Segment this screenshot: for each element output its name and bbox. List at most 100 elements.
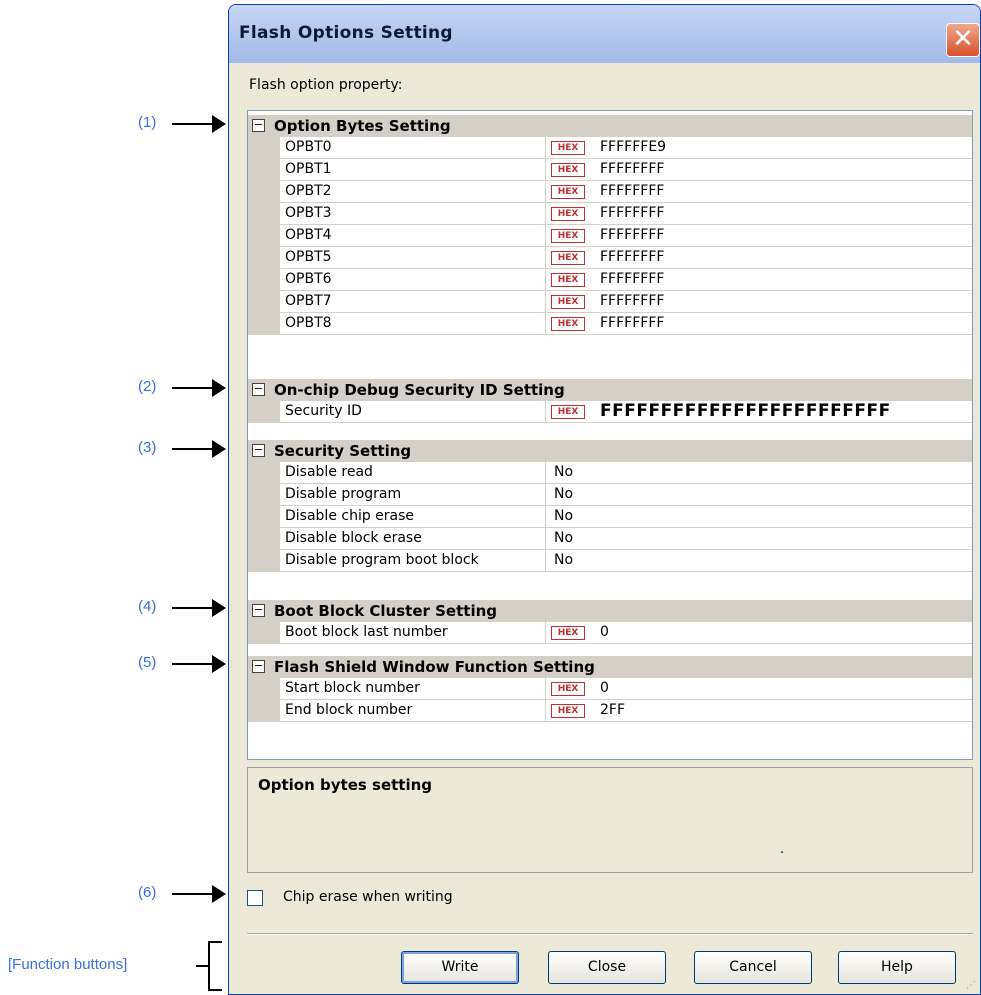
- property-value[interactable]: No: [554, 528, 573, 549]
- category-label: Option Bytes Setting: [274, 117, 451, 135]
- hex-badge-icon: HEX: [551, 704, 585, 718]
- hex-badge-icon: HEX: [551, 229, 585, 243]
- property-value[interactable]: FFFFFFFF: [600, 313, 664, 334]
- property-row[interactable]: Start block number HEX 0: [248, 678, 972, 700]
- hex-badge-icon: HEX: [551, 317, 585, 331]
- resize-grip-icon[interactable]: ⋰: [966, 980, 978, 992]
- property-row[interactable]: OPBT7 HEX FFFFFFFF: [248, 291, 972, 313]
- collapse-icon[interactable]: −: [252, 383, 265, 396]
- category-label: Boot Block Cluster Setting: [274, 602, 498, 620]
- property-row[interactable]: OPBT8 HEX FFFFFFFF: [248, 313, 972, 335]
- property-value[interactable]: FFFFFFFF: [600, 181, 664, 202]
- hex-badge-icon: HEX: [551, 141, 585, 155]
- hex-badge-icon: HEX: [551, 295, 585, 309]
- property-row[interactable]: OPBT2 HEX FFFFFFFF: [248, 181, 972, 203]
- property-grid[interactable]: − Option Bytes Setting OPBT0 HEX FFFFFFE9…: [247, 110, 973, 760]
- property-value[interactable]: No: [554, 550, 573, 571]
- annotation-label-6: (6): [138, 884, 157, 901]
- property-row[interactable]: Boot block last number HEX 0: [248, 622, 972, 644]
- property-value[interactable]: FFFFFFFF: [600, 247, 664, 268]
- category-label: On-chip Debug Security ID Setting: [274, 381, 565, 399]
- property-row[interactable]: OPBT3 HEX FFFFFFFF: [248, 203, 972, 225]
- collapse-icon[interactable]: −: [252, 444, 265, 457]
- category-option-bytes[interactable]: − Option Bytes Setting: [248, 115, 972, 137]
- property-value[interactable]: 0: [600, 678, 609, 699]
- collapse-icon[interactable]: −: [252, 604, 265, 617]
- property-name: OPBT0: [280, 137, 546, 159]
- hex-badge-icon: HEX: [551, 273, 585, 287]
- property-value[interactable]: FFFFFFFF: [600, 203, 664, 224]
- hex-badge-icon: HEX: [551, 207, 585, 221]
- property-row[interactable]: OPBT0 HEX FFFFFFE9: [248, 137, 972, 159]
- property-value[interactable]: No: [554, 506, 573, 527]
- property-row[interactable]: Disable chip erase No: [248, 506, 972, 528]
- property-row[interactable]: Security ID HEX FFFFFFFFFFFFFFFFFFFFFFFF: [248, 401, 972, 423]
- property-name: End block number: [280, 700, 546, 722]
- property-value[interactable]: FFFFFFFFFFFFFFFFFFFFFFFF: [600, 401, 891, 422]
- property-name: OPBT6: [280, 269, 546, 291]
- property-row[interactable]: Disable read No: [248, 462, 972, 484]
- property-name: Disable read: [280, 462, 546, 484]
- property-name: OPBT1: [280, 159, 546, 181]
- annotation-function-buttons: [Function buttons]: [8, 956, 128, 973]
- description-title: Option bytes setting: [258, 776, 433, 794]
- collapse-icon[interactable]: −: [252, 660, 265, 673]
- property-name: Disable chip erase: [280, 506, 546, 528]
- annotation-arrow-4: [172, 598, 226, 618]
- annotation-arrow-5: [172, 654, 226, 674]
- property-row[interactable]: End block number HEX 2FF: [248, 700, 972, 722]
- annotation-arrow-3: [172, 439, 226, 459]
- hex-badge-icon: HEX: [551, 682, 585, 696]
- help-button[interactable]: Help: [838, 951, 956, 984]
- property-value[interactable]: FFFFFFFF: [600, 159, 664, 180]
- category-security[interactable]: − Security Setting: [248, 440, 972, 462]
- property-name: OPBT2: [280, 181, 546, 203]
- chip-erase-checkbox[interactable]: [247, 890, 263, 906]
- property-value[interactable]: FFFFFFE9: [600, 137, 666, 158]
- property-name: Security ID: [280, 401, 546, 423]
- property-name: Disable program: [280, 484, 546, 506]
- property-name: OPBT8: [280, 313, 546, 335]
- close-icon[interactable]: ✕: [946, 23, 980, 57]
- property-value[interactable]: 0: [600, 622, 609, 643]
- property-row[interactable]: OPBT5 HEX FFFFFFFF: [248, 247, 972, 269]
- property-value[interactable]: 2FF: [600, 700, 625, 721]
- category-boot-block[interactable]: − Boot Block Cluster Setting: [248, 600, 972, 622]
- description-dot: .: [780, 842, 785, 857]
- property-value[interactable]: No: [554, 484, 573, 505]
- hex-badge-icon: HEX: [551, 185, 585, 199]
- property-value[interactable]: No: [554, 462, 573, 483]
- chip-erase-label[interactable]: Chip erase when writing: [283, 889, 453, 905]
- annotation-arrow-2: [172, 378, 226, 398]
- collapse-icon[interactable]: −: [252, 119, 265, 132]
- hex-badge-icon: HEX: [551, 163, 585, 177]
- cancel-button[interactable]: Cancel: [694, 951, 812, 984]
- annotation-label-2: (2): [138, 378, 157, 395]
- flash-options-dialog: Flash Options Setting ✕ Flash option pro…: [228, 4, 981, 995]
- property-name: OPBT4: [280, 225, 546, 247]
- property-row[interactable]: Disable block erase No: [248, 528, 972, 550]
- property-value[interactable]: FFFFFFFF: [600, 269, 664, 290]
- annotation-brace: [196, 941, 224, 991]
- property-value[interactable]: FFFFFFFF: [600, 291, 664, 312]
- category-label: Flash Shield Window Function Setting: [274, 658, 595, 676]
- hex-badge-icon: HEX: [551, 251, 585, 265]
- property-row[interactable]: Disable program No: [248, 484, 972, 506]
- property-row[interactable]: OPBT4 HEX FFFFFFFF: [248, 225, 972, 247]
- property-name: Disable program boot block: [280, 550, 546, 572]
- annotation-arrow-6: [172, 884, 226, 904]
- annotation-label-1: (1): [138, 114, 157, 131]
- write-button[interactable]: Write: [401, 951, 519, 984]
- property-row[interactable]: Disable program boot block No: [248, 550, 972, 572]
- property-value[interactable]: FFFFFFFF: [600, 225, 664, 246]
- property-row[interactable]: OPBT1 HEX FFFFFFFF: [248, 159, 972, 181]
- close-button[interactable]: Close: [548, 951, 666, 984]
- property-name: Start block number: [280, 678, 546, 700]
- dialog-title: Flash Options Setting: [239, 23, 453, 43]
- property-row[interactable]: OPBT6 HEX FFFFFFFF: [248, 269, 972, 291]
- property-name: Disable block erase: [280, 528, 546, 550]
- category-debug-security-id[interactable]: − On-chip Debug Security ID Setting: [248, 379, 972, 401]
- title-bar[interactable]: Flash Options Setting ✕: [229, 5, 980, 63]
- category-flash-shield[interactable]: − Flash Shield Window Function Setting: [248, 656, 972, 678]
- property-label: Flash option property:: [249, 77, 403, 93]
